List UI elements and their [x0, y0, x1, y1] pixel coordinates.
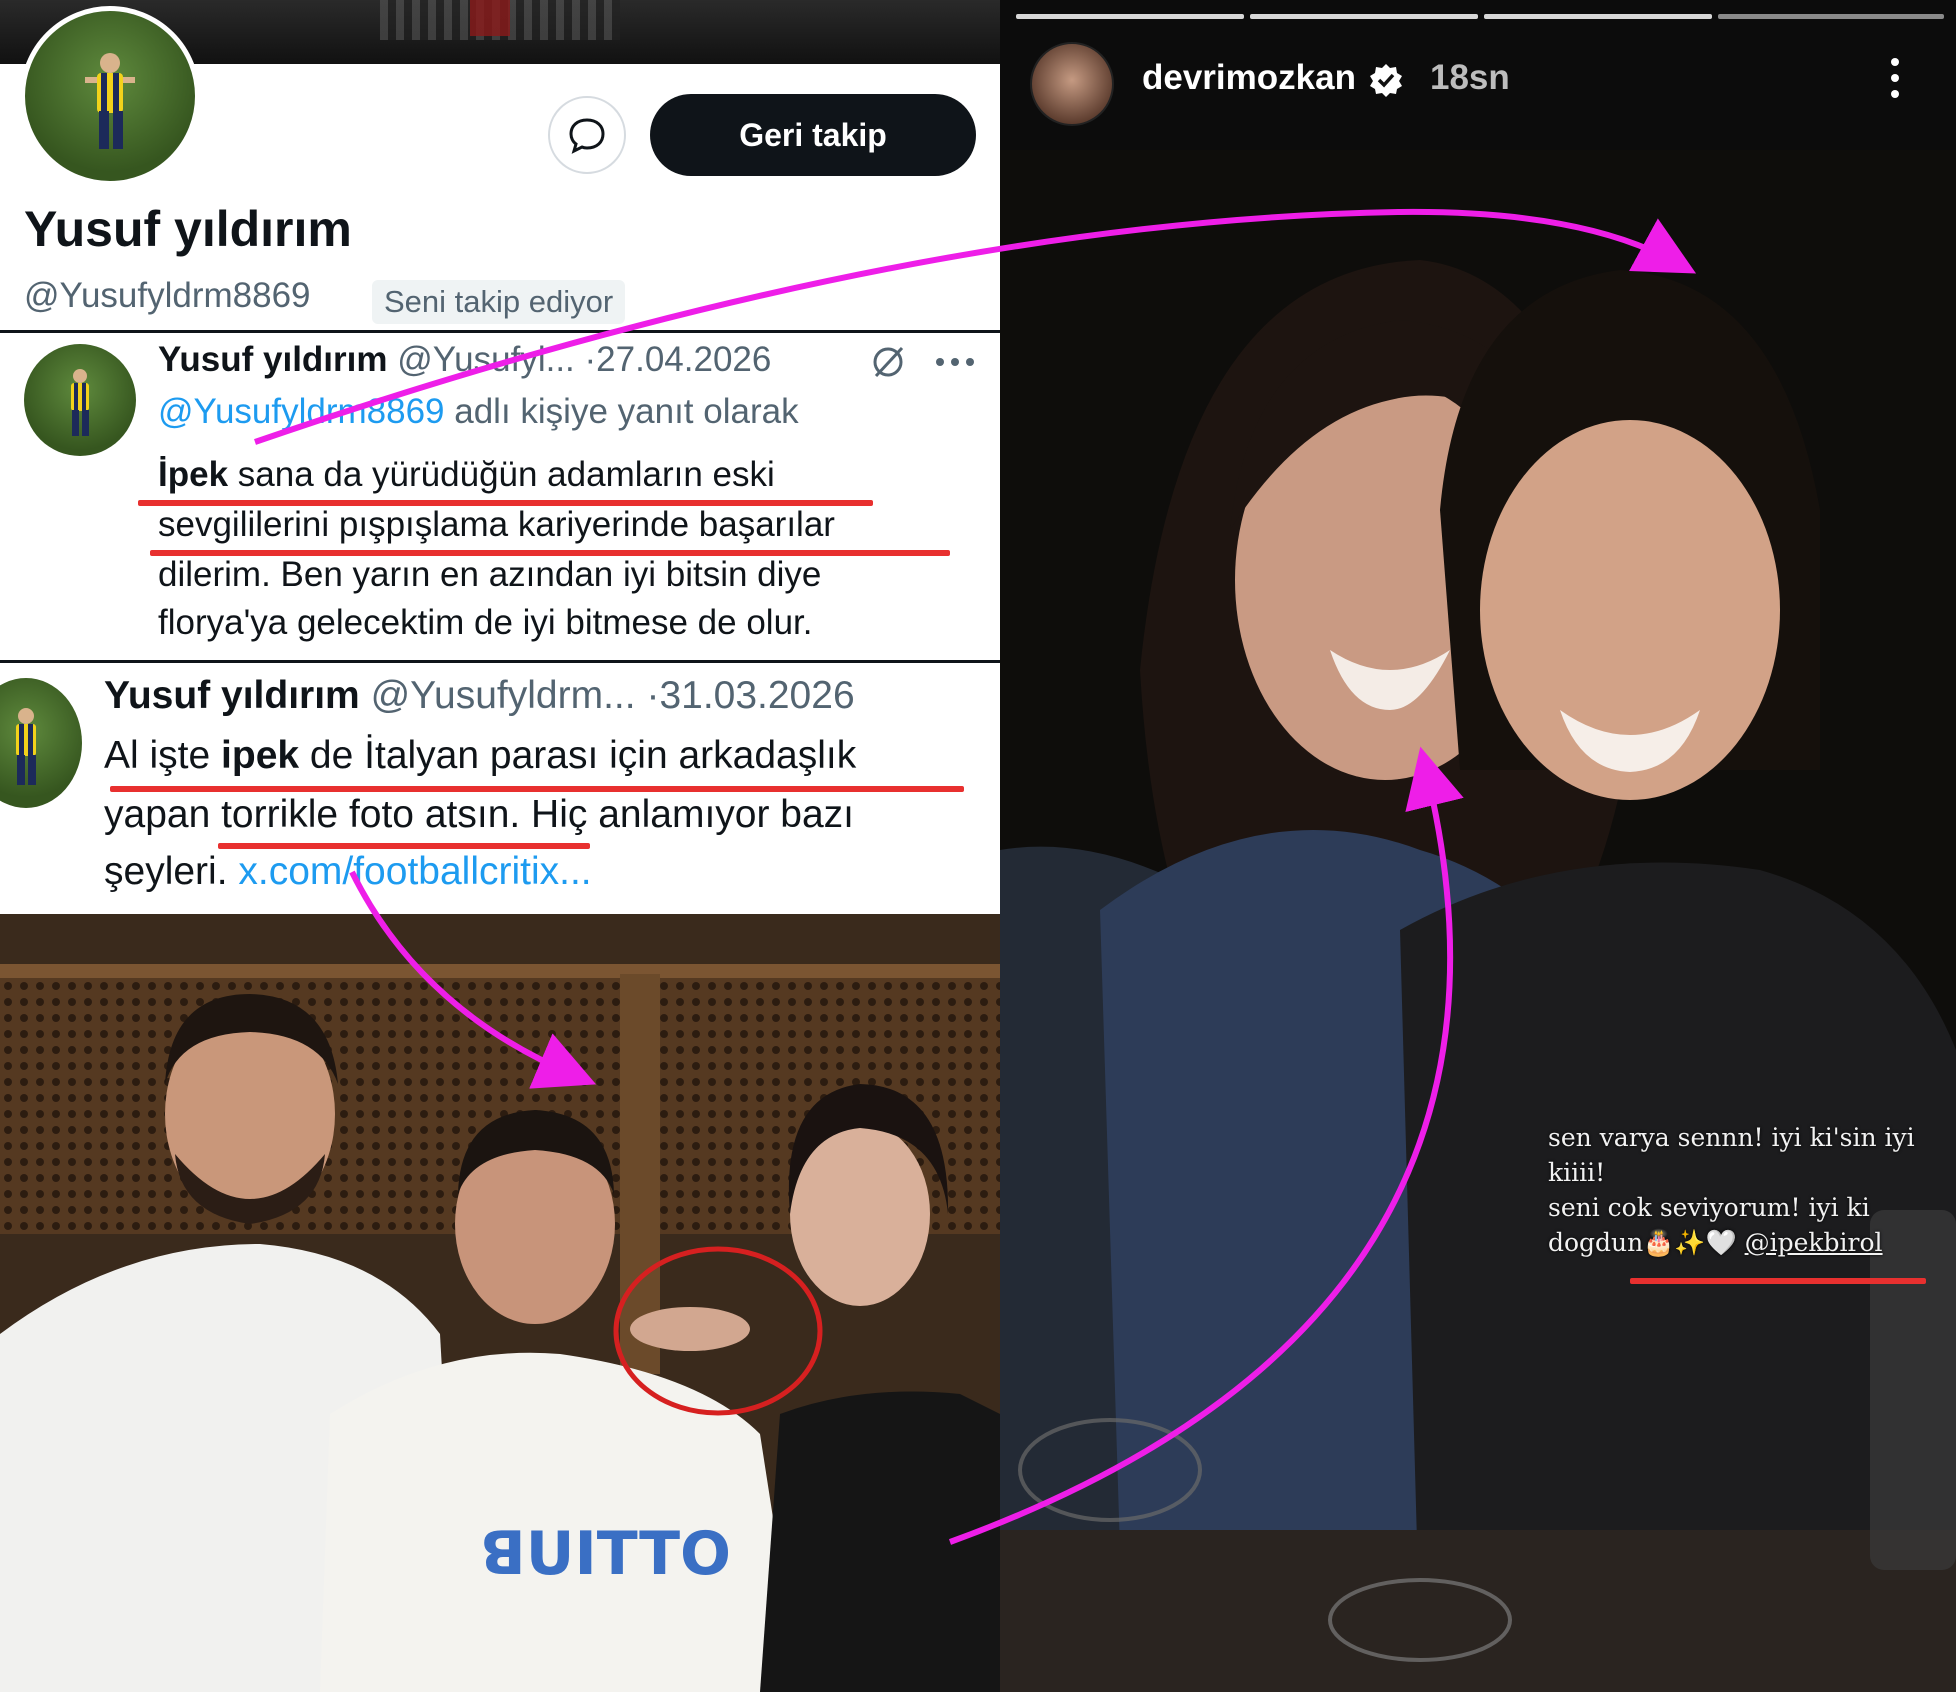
tweet-text-line: dilerim. Ben yarın en azından iyi bitsin…	[158, 555, 822, 594]
caption-line: dogdun🎂✨🤍 @ipekbirol	[1548, 1225, 1948, 1260]
caption-line: seni cok seviyorum! iyi ki	[1548, 1193, 1870, 1222]
player-figure-icon	[71, 369, 89, 436]
tweet-header: Yusuf yıldırım @Yusufyl... ·27.04.2026	[158, 340, 771, 380]
red-underline	[1630, 1278, 1926, 1284]
banner-accent	[470, 0, 510, 36]
instagram-story-panel: devrimozkan 18sn sen varya sennn! iyi ki…	[1000, 0, 1956, 1692]
tweet-text-line: şeyleri. x.com/footballcritix...	[104, 850, 592, 894]
tweet-date[interactable]: 27.04.2026	[596, 340, 771, 379]
more-options-icon[interactable]	[1888, 56, 1902, 100]
story-author-avatar[interactable]	[1030, 42, 1114, 126]
story-photo[interactable]	[1000, 150, 1956, 1692]
tweet-handle[interactable]: @Yusufyldrm...	[371, 674, 636, 717]
tweet-text: sana da yürüdüğün adamların eski	[228, 455, 775, 494]
tweet-text-line: sevgililerini pışpışlama kariyerinde baş…	[158, 505, 835, 544]
follows-you-badge: Seni takip ediyor	[372, 280, 626, 324]
twitter-profile-panel: Geri takip Yusuf yıldırım @Yusufyldrm886…	[0, 0, 1000, 1692]
tweet-text-line: İpek sana da yürüdüğün adamların eski	[158, 455, 775, 495]
message-bubble-icon	[569, 118, 605, 154]
caption-text: dogdun🎂✨🤍	[1548, 1228, 1745, 1257]
tweet-text-line: florya'ya gelecektim de iyi bitmese de o…	[158, 603, 813, 642]
story-progress-bar	[1484, 14, 1712, 19]
shirt-print: ꓭUITTO	[480, 1519, 731, 1589]
tweet-author[interactable]: Yusuf yıldırım	[158, 340, 388, 379]
more-options-icon[interactable]	[934, 352, 976, 372]
tweet-text-line: Al işte ipek de İtalyan parası için arka…	[104, 734, 856, 778]
tweet-date-sep: ·	[646, 674, 660, 717]
story-caption: sen varya sennn! iyi ki'sin iyi kiiii! s…	[1548, 1120, 1948, 1260]
story-progress-bar	[1718, 14, 1944, 19]
caption-mention[interactable]: @ipekbirol	[1745, 1228, 1883, 1257]
tweet-date[interactable]: 31.03.2026	[659, 674, 854, 717]
story-username[interactable]: devrimozkan	[1142, 58, 1356, 98]
red-underline	[110, 786, 964, 792]
tweet-text: şeyleri.	[104, 850, 239, 893]
caption-line: sen varya sennn! iyi ki'sin iyi	[1548, 1123, 1915, 1152]
tweet-link[interactable]: x.com/footballcritix...	[238, 850, 591, 893]
group-photo-illustration: ꓭUITTO	[0, 914, 1000, 1692]
tweet-author[interactable]: Yusuf yıldırım	[104, 674, 360, 717]
tweet-text-line: yapan torrikle foto atsın. Hiç anlamıyor…	[104, 793, 855, 836]
story-photo-illustration	[1000, 150, 1956, 1692]
red-underline	[218, 843, 590, 849]
profile-name: Yusuf yıldırım	[24, 201, 352, 257]
tweet-text: de İtalyan parası için arkadaşlık	[299, 734, 857, 777]
reply-to-text: adlı kişiye yanıt olarak	[444, 392, 799, 431]
caption-line: kiiii!	[1548, 1158, 1606, 1187]
tweet-handle[interactable]: @Yusufyl...	[397, 340, 575, 379]
highlighted-word: İpek	[158, 455, 229, 494]
tweet-date-sep: ·	[584, 340, 597, 379]
verified-badge-icon	[1370, 64, 1402, 97]
story-progress-bar	[1250, 14, 1478, 19]
divider	[0, 330, 1000, 333]
follow-back-button[interactable]: Geri takip	[650, 94, 976, 176]
tweet-avatar[interactable]	[24, 344, 136, 456]
profile-handle: @Yusufyldrm8869	[24, 276, 311, 315]
tweet-header: Yusuf yıldırım @Yusufyldrm... ·31.03.202…	[104, 674, 855, 718]
attached-photo[interactable]: ꓭUITTO	[0, 914, 1000, 1692]
tweet-avatar[interactable]	[0, 678, 82, 808]
story-progress-bar	[1016, 14, 1244, 19]
highlighted-word: ipek	[221, 734, 300, 777]
profile-avatar[interactable]	[20, 6, 200, 186]
player-figure-icon	[16, 708, 36, 785]
reply-context: @Yusufyldrm8869 adlı kişiye yanıt olarak	[158, 392, 799, 432]
story-timestamp: 18sn	[1430, 58, 1510, 97]
divider	[0, 660, 1000, 663]
message-button[interactable]	[548, 96, 626, 174]
red-underline	[150, 550, 950, 556]
player-figure-icon	[85, 53, 135, 149]
reply-to-link[interactable]: @Yusufyldrm8869	[158, 392, 445, 431]
red-underline	[138, 500, 873, 506]
grok-icon[interactable]	[868, 342, 908, 382]
tweet-text: Al işte	[104, 734, 222, 777]
